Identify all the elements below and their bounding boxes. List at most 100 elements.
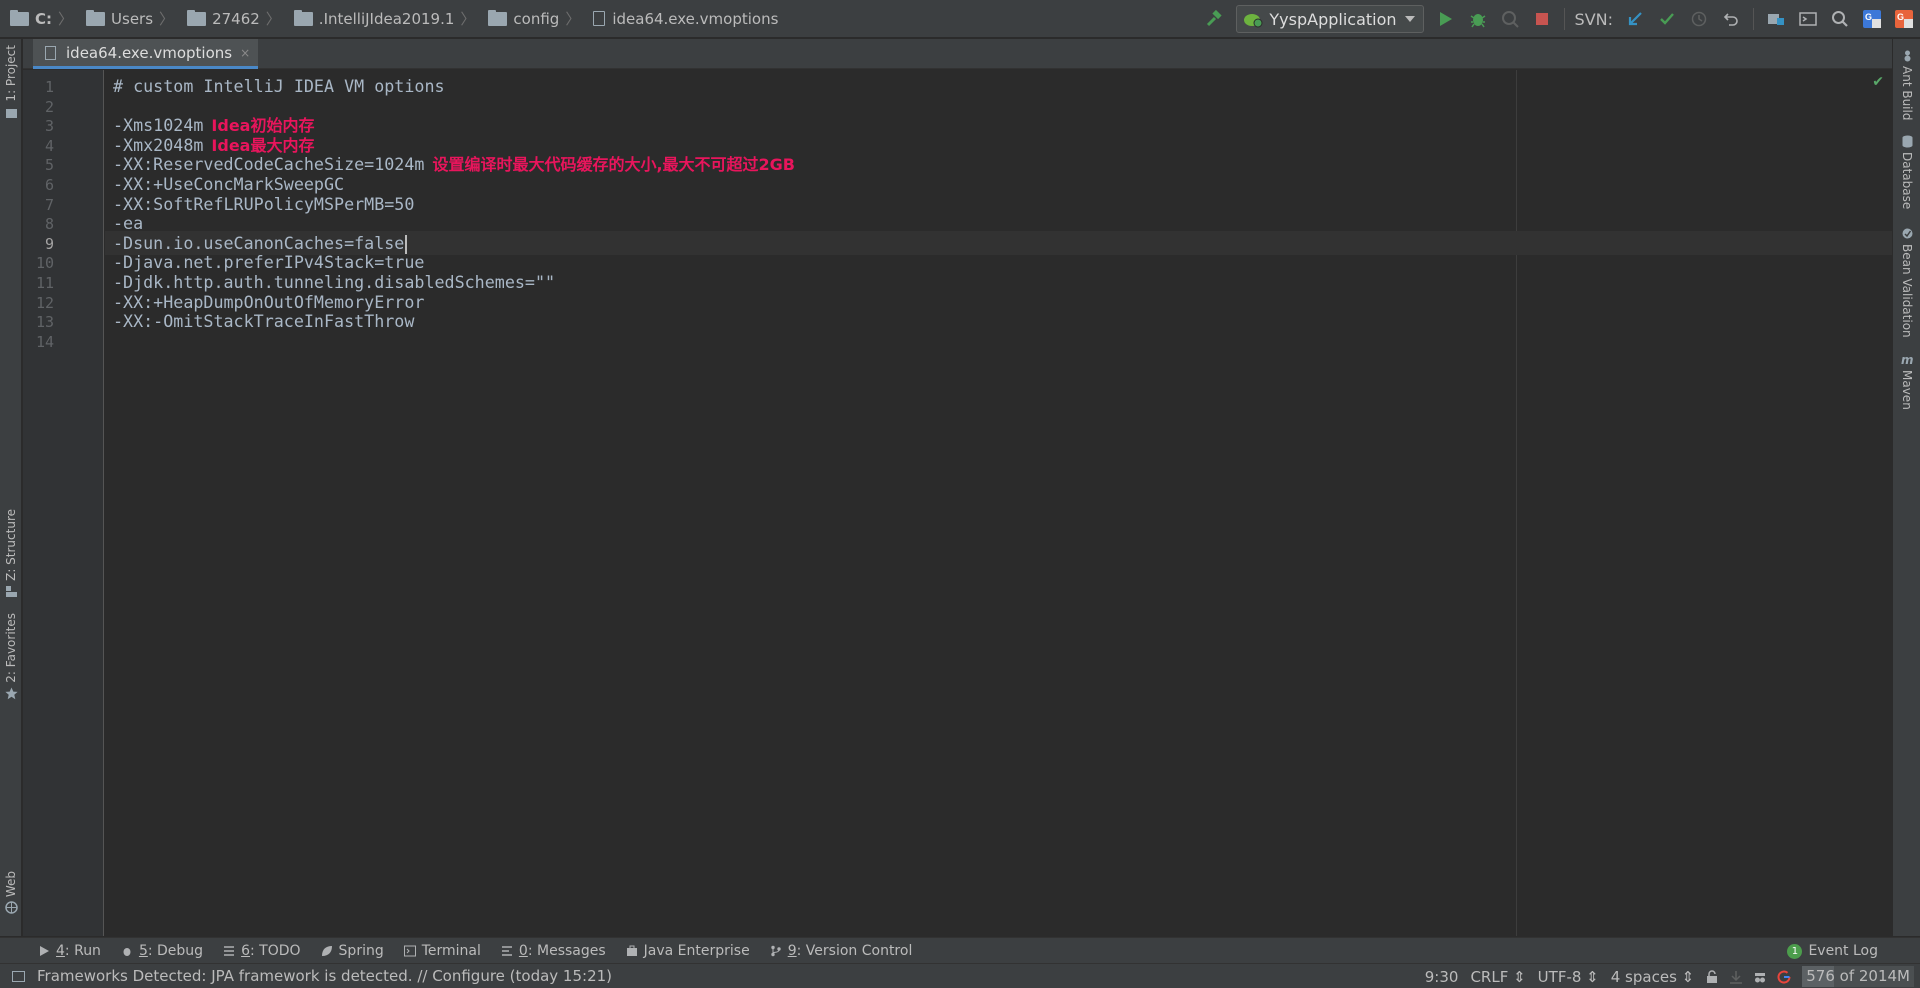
- line-number: 12: [35, 293, 54, 312]
- svg-text:G: G: [1865, 12, 1872, 22]
- right-margin-guide: [1516, 70, 1517, 936]
- terminal-icon: [403, 945, 416, 956]
- status-widgets: 9:30 CRLF ⇕ UTF-8 ⇕ 4 spaces ⇕ 576 of 20…: [1419, 964, 1920, 988]
- folder-icon: [293, 9, 313, 26]
- tool-tab-web[interactable]: Web: [0, 871, 22, 918]
- star-icon: [4, 687, 18, 699]
- tool-tab-spring[interactable]: Spring: [321, 943, 384, 959]
- build-hammer-icon[interactable]: [1198, 0, 1230, 38]
- bean-icon: [1902, 228, 1912, 239]
- debug-icon[interactable]: [1462, 0, 1494, 38]
- line-number: 2: [44, 97, 54, 116]
- database-icon: [1902, 135, 1912, 148]
- encoding-widget[interactable]: UTF-8 ⇕: [1538, 968, 1599, 986]
- tool-tab-maven[interactable]: m Maven: [1893, 349, 1920, 410]
- tool-tab-terminal[interactable]: Terminal: [403, 943, 481, 959]
- run-icon: [40, 945, 49, 956]
- breadcrumb-config[interactable]: config 〉: [478, 0, 583, 38]
- line-number: 13: [35, 313, 54, 332]
- line-number: 8: [44, 215, 54, 234]
- file-icon: [593, 11, 606, 26]
- folder-icon: [10, 9, 29, 26]
- terminal-window-icon[interactable]: [1792, 0, 1824, 38]
- code-text: -XX:SoftRefLRUPolicyMSPerMB=50: [113, 193, 415, 214]
- breadcrumb-users[interactable]: Users 〉: [76, 0, 177, 38]
- tool-tab-project[interactable]: 1: Project: [0, 45, 22, 123]
- svg-text:G: G: [1897, 12, 1904, 22]
- svn-update-icon[interactable]: [1619, 0, 1651, 38]
- close-icon[interactable]: ×: [240, 46, 250, 60]
- history-icon[interactable]: [1683, 0, 1715, 38]
- indent-widget[interactable]: 4 spaces ⇕: [1611, 968, 1694, 986]
- svn-commit-icon[interactable]: [1651, 0, 1683, 38]
- code-editor[interactable]: 1 2 3 4 5 6 7 8 9 10 11 12 13 14 # custom IntelliJ ID…: [23, 70, 1892, 936]
- line-number: 9: [44, 234, 54, 253]
- google-icon[interactable]: [1777, 970, 1791, 984]
- vcs-branch-icon: [771, 945, 781, 956]
- structure-icon: [5, 585, 17, 597]
- line-number: 10: [35, 254, 54, 273]
- inspector-icon[interactable]: [1753, 970, 1767, 984]
- file-icon: [45, 45, 56, 60]
- todo-list-icon: [224, 945, 235, 956]
- right-tool-window-strip: Ant Build Database Bean Validation m Mav…: [1892, 39, 1920, 936]
- caret-position[interactable]: 9:30: [1425, 968, 1459, 986]
- run-icon[interactable]: [1430, 0, 1462, 38]
- line-number: 11: [35, 274, 54, 292]
- bottom-tool-window-bar: 4: Run 5: Debug 6: TODO Spring Terminal …: [0, 937, 1920, 963]
- tool-tab-java-enterprise[interactable]: Java Enterprise: [626, 943, 750, 959]
- translate-icon[interactable]: G: [1856, 0, 1888, 38]
- line-number: 5: [44, 156, 54, 175]
- tool-tab-version-control[interactable]: 9: Version Control: [770, 943, 912, 959]
- editor-tab-bar: idea64.exe.vmoptions ×: [23, 39, 1892, 69]
- breadcrumb-user-folder[interactable]: 27462 〉: [177, 0, 284, 38]
- tool-tab-favorites[interactable]: 2: Favorites: [0, 613, 22, 704]
- vcs-update-icon[interactable]: [1729, 970, 1743, 984]
- tool-tab-structure[interactable]: Z: Structure: [0, 509, 22, 602]
- memory-indicator[interactable]: 576 of 2014M: [1802, 966, 1914, 987]
- code-line[interactable]: -XX:SoftRefLRUPolicyMSPerMB=50: [113, 192, 414, 216]
- status-message[interactable]: Frameworks Detected: JPA framework is de…: [0, 967, 612, 985]
- lock-icon[interactable]: [1705, 969, 1719, 984]
- folder-icon: [86, 9, 106, 26]
- tool-tab-todo[interactable]: 6: TODO: [223, 943, 301, 959]
- code-area[interactable]: # custom IntelliJ IDEA VM options -Xms102…: [105, 70, 1892, 936]
- java-enterprise-icon: [626, 945, 637, 956]
- stop-icon[interactable]: [1526, 0, 1558, 38]
- run-configuration-select[interactable]: YyspApplication: [1236, 5, 1424, 33]
- line-number: 14: [35, 332, 54, 351]
- project-structure-icon[interactable]: [1760, 0, 1792, 38]
- code-line[interactable]: # custom IntelliJ IDEA VM options: [113, 74, 445, 98]
- breadcrumb-idea-folder[interactable]: .IntelliJIdea2019.1 〉: [284, 0, 479, 38]
- tool-tab-event-log[interactable]: 1 Event Log: [1787, 938, 1878, 964]
- tool-tab-run[interactable]: 4: Run: [38, 943, 101, 959]
- navigation-bar: C: 〉 Users 〉 27462 〉 .IntelliJIdea2019.1 〉 c…: [0, 0, 1920, 38]
- tool-tab-debug[interactable]: 5: Debug: [121, 943, 203, 959]
- revert-icon[interactable]: [1715, 0, 1747, 38]
- run-with-coverage-icon[interactable]: [1494, 0, 1526, 38]
- svg-text:m: m: [1901, 353, 1914, 366]
- breadcrumb-file[interactable]: idea64.exe.vmoptions: [583, 0, 781, 38]
- tool-tab-ant-build[interactable]: Ant Build: [1893, 45, 1920, 120]
- breadcrumb-drive[interactable]: C: 〉: [0, 0, 76, 38]
- tool-windows-toggle-icon[interactable]: [12, 970, 25, 982]
- status-bar: Frameworks Detected: JPA framework is de…: [0, 963, 1920, 988]
- tool-tab-bean-validation[interactable]: Bean Validation: [1893, 223, 1920, 338]
- line-number: 4: [44, 136, 54, 155]
- event-count-badge: 1: [1787, 943, 1803, 959]
- search-icon[interactable]: [1824, 0, 1856, 38]
- folder-icon: [5, 108, 17, 118]
- translate-alt-icon[interactable]: G: [1888, 0, 1920, 38]
- tool-tab-database[interactable]: Database: [1893, 131, 1920, 209]
- code-line[interactable]: -XX:-OmitStackTraceInFastThrow: [113, 309, 414, 333]
- line-separator-widget[interactable]: CRLF ⇕: [1470, 968, 1525, 986]
- editor-tab-vmoptions[interactable]: idea64.exe.vmoptions ×: [33, 39, 259, 69]
- code-text: # custom IntelliJ IDEA VM options: [113, 76, 445, 96]
- line-number: 6: [44, 176, 54, 194]
- inspection-ok-icon[interactable]: ✔: [1872, 74, 1884, 90]
- folder-icon: [488, 9, 508, 26]
- line-number: 3: [44, 117, 54, 136]
- tool-tab-messages[interactable]: 0: Messages: [501, 943, 606, 959]
- code-annotation: 设置编译时最大代码缓存的大小,最大不可超过2GB: [432, 155, 795, 175]
- line-number: 7: [44, 195, 54, 214]
